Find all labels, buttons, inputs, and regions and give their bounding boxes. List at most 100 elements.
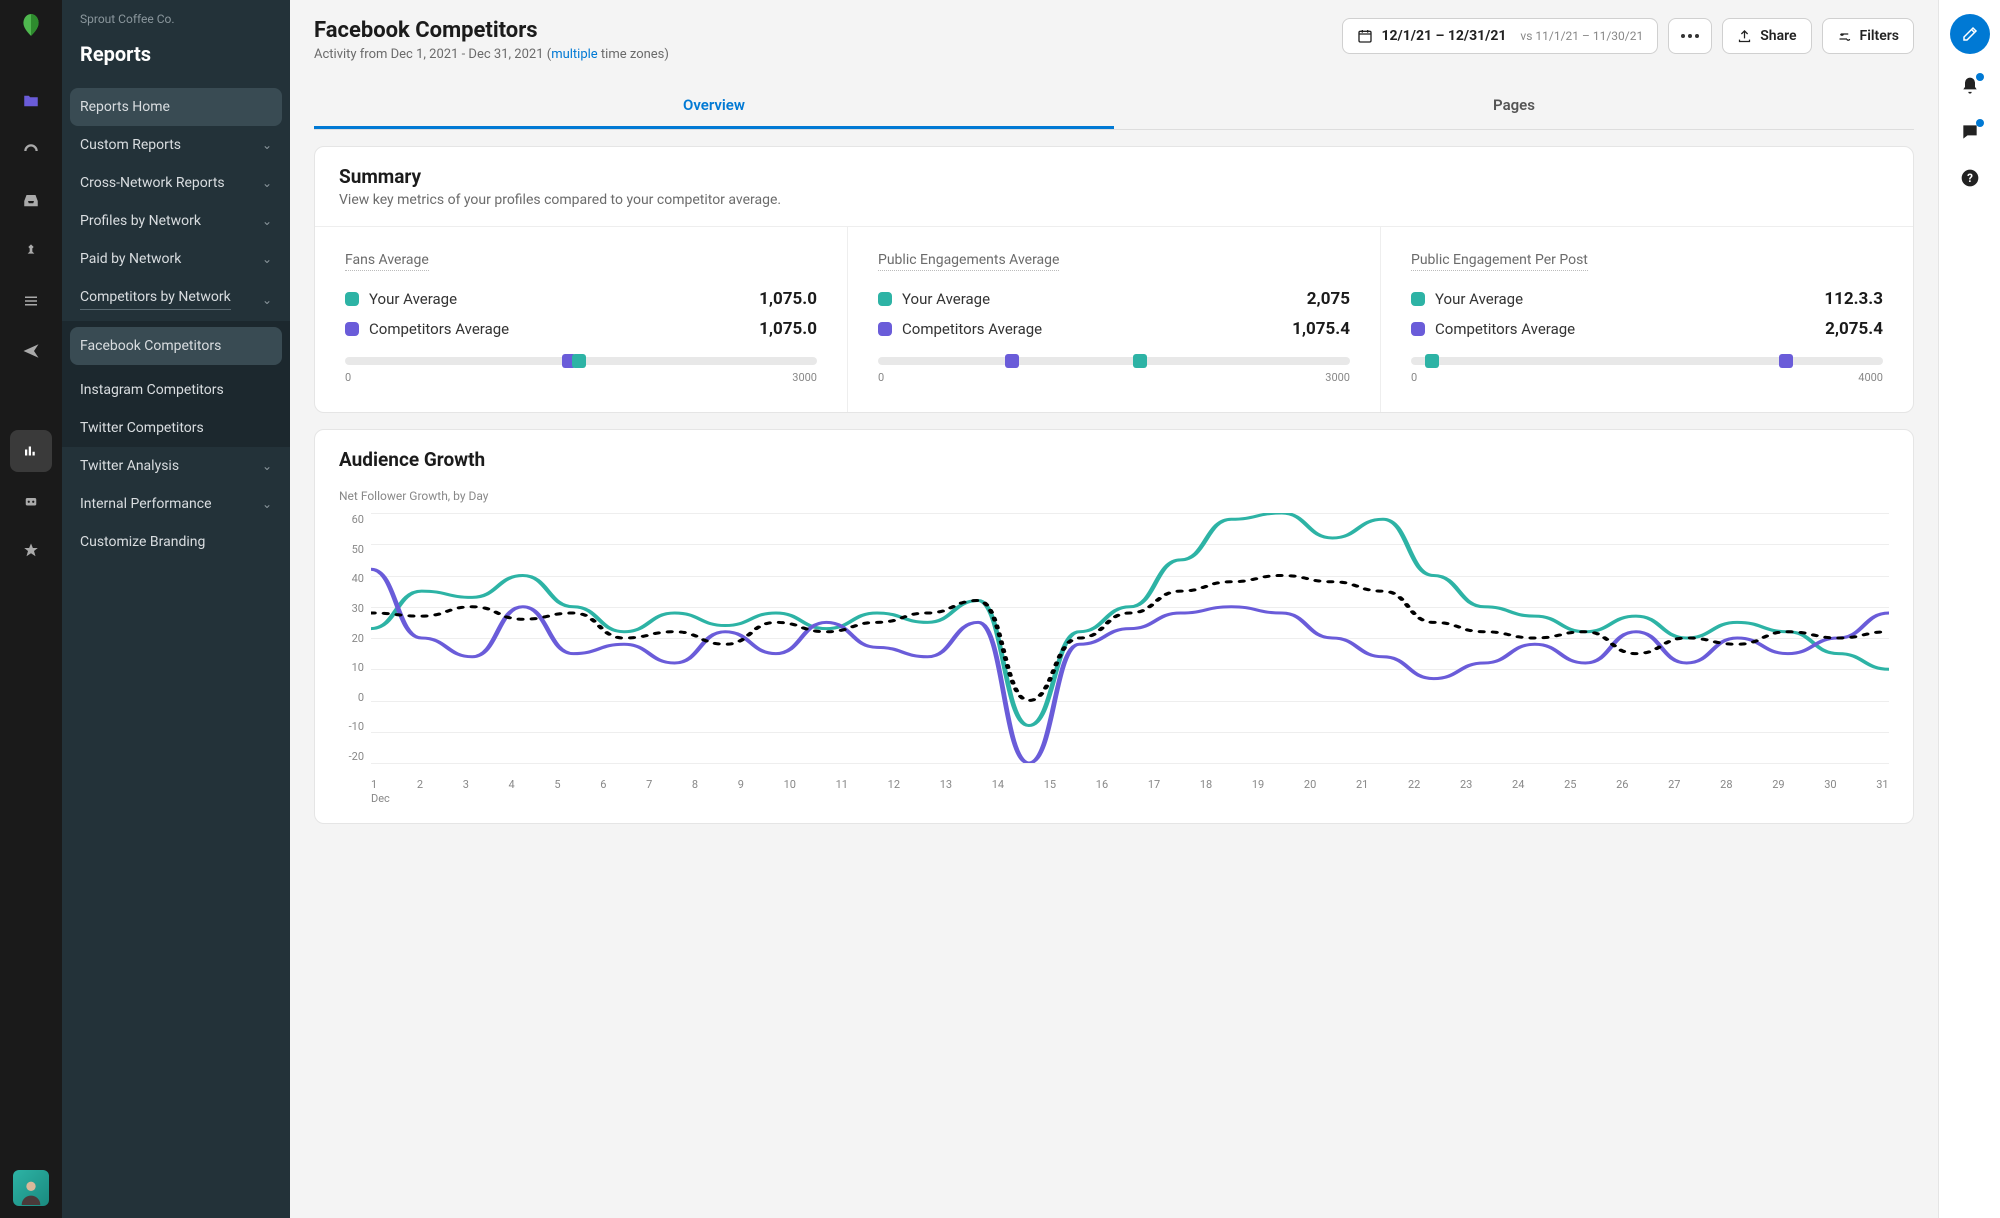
chevron-down-icon: ⌄ [262, 138, 272, 152]
nav-competitors-by-network[interactable]: Competitors by Network⌄ [62, 278, 290, 321]
company-name: Sprout Coffee Co. [62, 12, 290, 44]
nav-reports-home[interactable]: Reports Home [70, 88, 282, 126]
chevron-down-icon: ⌄ [262, 293, 272, 307]
help-icon[interactable]: ? [1960, 168, 1980, 192]
date-range-button[interactable]: 12/1/21 – 12/31/21vs 11/1/21 – 11/30/21 [1342, 18, 1658, 54]
compose-icon [1961, 25, 1979, 43]
nav-instagram-competitors[interactable]: Instagram Competitors [62, 371, 290, 409]
nav-custom-reports[interactable]: Custom Reports⌄ [62, 126, 290, 164]
metric-2: Public Engagement Per Post Your Average 1… [1381, 227, 1913, 412]
rail-gauge-icon[interactable] [10, 130, 52, 172]
rail-audio-icon[interactable] [10, 380, 52, 422]
chevron-down-icon: ⌄ [262, 252, 272, 266]
notification-badge [1976, 73, 1984, 81]
line-chart [371, 513, 1889, 763]
svg-text:?: ? [1967, 171, 1973, 185]
audience-title: Audience Growth [339, 448, 1889, 471]
rail-reports-icon[interactable] [10, 430, 52, 472]
comp-slider-mark [1779, 354, 1793, 368]
comp-slider-mark [1005, 354, 1019, 368]
nav-cross-network[interactable]: Cross-Network Reports⌄ [62, 164, 290, 202]
filters-icon [1837, 29, 1852, 44]
nav-twitter-competitors[interactable]: Twitter Competitors [62, 409, 290, 447]
rail-pin-icon[interactable] [10, 230, 52, 272]
your-avg-dot [345, 292, 359, 306]
metric-slider[interactable] [1411, 357, 1883, 365]
competitors-subgroup: Facebook Competitors Instagram Competito… [62, 321, 290, 447]
calendar-icon [1357, 28, 1373, 44]
tab-pages[interactable]: Pages [1114, 84, 1914, 129]
your-avg-dot [878, 292, 892, 306]
your-slider-mark [1425, 354, 1439, 368]
user-avatar[interactable] [13, 1170, 49, 1206]
share-icon [1737, 29, 1752, 44]
ellipsis-icon [1681, 34, 1699, 38]
metric-title: Fans Average [345, 252, 429, 271]
metric-0: Fans Average Your Average 1,075.0 Competi… [315, 227, 848, 412]
nav-customize-branding[interactable]: Customize Branding [62, 523, 290, 561]
nav-facebook-competitors[interactable]: Facebook Competitors [70, 327, 282, 365]
nav-twitter-analysis[interactable]: Twitter Analysis⌄ [62, 447, 290, 485]
rail-bot-icon[interactable] [10, 480, 52, 522]
comp-avg-value: 1,075.0 [759, 319, 817, 339]
your-slider-mark [1133, 354, 1147, 368]
comp-avg-value: 1,075.4 [1292, 319, 1350, 339]
audience-growth-card: Audience Growth Net Follower Growth, by … [314, 429, 1914, 824]
messages-icon[interactable] [1960, 122, 1980, 146]
your-slider-mark [572, 354, 586, 368]
your-avg-label: Your Average [369, 290, 457, 308]
compose-button[interactable] [1950, 14, 1990, 54]
comp-avg-label: Competitors Average [902, 320, 1042, 338]
notifications-icon[interactable] [1960, 76, 1980, 100]
summary-card: Summary View key metrics of your profile… [314, 146, 1914, 413]
comp-avg-label: Competitors Average [1435, 320, 1575, 338]
rail-inbox-icon[interactable] [10, 180, 52, 222]
icon-rail [0, 0, 62, 1218]
chart-subtitle: Net Follower Growth, by Day [315, 489, 1913, 503]
sprout-logo-icon[interactable] [16, 10, 46, 40]
nav-profiles-by-network[interactable]: Profiles by Network⌄ [62, 202, 290, 240]
nav-paid-by-network[interactable]: Paid by Network⌄ [62, 240, 290, 278]
x-axis-month: Dec [371, 792, 390, 805]
right-rail: ? [1938, 0, 2000, 1218]
your-avg-value: 2,075 [1307, 289, 1350, 309]
rail-send-icon[interactable] [10, 330, 52, 372]
metric-1: Public Engagements Average Your Average 2… [848, 227, 1381, 412]
your-avg-label: Your Average [1435, 290, 1523, 308]
your-avg-label: Your Average [902, 290, 990, 308]
messages-badge [1976, 119, 1984, 127]
tabs: Overview Pages [314, 84, 1914, 130]
page-title: Facebook Competitors [314, 18, 669, 43]
page-subtitle: Activity from Dec 1, 2021 - Dec 31, 2021… [314, 47, 669, 62]
chevron-down-icon: ⌄ [262, 459, 272, 473]
metric-title: Public Engagements Average [878, 252, 1059, 271]
metric-slider[interactable] [345, 357, 817, 365]
rail-folder-icon[interactable] [10, 80, 52, 122]
chart-area: 6050403020100-10-20 12345678910111213141… [339, 513, 1889, 803]
comp-avg-label: Competitors Average [369, 320, 509, 338]
more-button[interactable] [1668, 18, 1712, 54]
summary-title: Summary [339, 165, 1889, 188]
tab-overview[interactable]: Overview [314, 84, 1114, 129]
your-avg-value: 112.3.3 [1824, 289, 1883, 309]
metric-slider[interactable] [878, 357, 1350, 365]
filters-button[interactable]: Filters [1822, 18, 1914, 54]
sidebar-section-title: Reports [62, 42, 290, 66]
sidebar: Sprout Coffee Co. Reports Reports Home C… [62, 0, 290, 1218]
summary-subtitle: View key metrics of your profiles compar… [339, 192, 1889, 208]
share-button[interactable]: Share [1722, 18, 1811, 54]
chevron-down-icon: ⌄ [262, 214, 272, 228]
comp-avg-dot [1411, 322, 1425, 336]
rail-list-icon[interactable] [10, 280, 52, 322]
metric-title: Public Engagement Per Post [1411, 252, 1588, 271]
comp-avg-dot [878, 322, 892, 336]
nav-internal-performance[interactable]: Internal Performance⌄ [62, 485, 290, 523]
main-content: Facebook Competitors Activity from Dec 1… [290, 0, 1938, 1218]
your-avg-value: 1,075.0 [759, 289, 817, 309]
chevron-down-icon: ⌄ [262, 176, 272, 190]
topbar: Facebook Competitors Activity from Dec 1… [290, 0, 1938, 62]
timezone-link[interactable]: multiple [551, 47, 598, 62]
chevron-down-icon: ⌄ [262, 497, 272, 511]
comp-avg-dot [345, 322, 359, 336]
rail-star-icon[interactable] [10, 530, 52, 572]
